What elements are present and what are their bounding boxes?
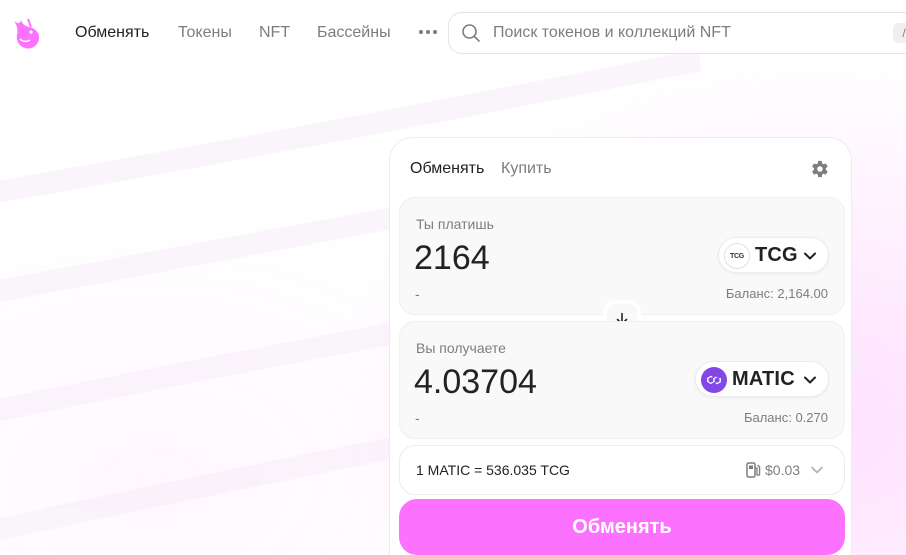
nav-link-pools[interactable]: Бассейны bbox=[317, 24, 391, 42]
pay-balance-value: 2,164.00 bbox=[777, 286, 828, 301]
tab-buy[interactable]: Купить bbox=[501, 160, 552, 178]
receive-usd-value: - bbox=[415, 410, 420, 426]
gear-icon[interactable] bbox=[808, 158, 830, 180]
polygon-logo-icon bbox=[707, 375, 721, 385]
nav-link-swap[interactable]: Обменять bbox=[75, 24, 149, 42]
chevron-down-icon bbox=[811, 466, 823, 474]
top-navbar: Обменять Токены NFT Бассейны / bbox=[0, 0, 906, 66]
exchange-rate-row[interactable]: 1 MATIC = 536.035 TCG $0.03 bbox=[399, 445, 845, 495]
pay-label: Ты платишь bbox=[416, 216, 494, 232]
tcg-token-logo: TCG bbox=[724, 243, 750, 269]
gas-pump-icon bbox=[746, 462, 761, 478]
receive-label: Вы получаете bbox=[416, 340, 506, 356]
pay-panel: Ты платишь TCG TCG - Баланс: 2,164.00 bbox=[399, 197, 845, 315]
pay-token-symbol: TCG bbox=[755, 244, 798, 266]
receive-balance-value: 0.270 bbox=[795, 410, 828, 425]
receive-panel: Вы получаете MATIC - Баланс: 0.270 bbox=[399, 321, 845, 439]
chevron-down-icon bbox=[804, 252, 816, 260]
gas-fee-value: $0.03 bbox=[765, 462, 801, 478]
search-hotkey-badge: / bbox=[893, 23, 906, 43]
swap-card: Обменять Купить Ты платишь TCG TCG - Бал… bbox=[389, 137, 852, 555]
unicorn-logo-icon[interactable] bbox=[8, 15, 42, 51]
receive-amount-input[interactable] bbox=[414, 360, 684, 404]
receive-balance-label: Баланс: bbox=[743, 410, 792, 425]
exchange-rate-text: 1 MATIC = 536.035 TCG bbox=[416, 462, 570, 478]
chevron-down-icon bbox=[804, 376, 816, 384]
pay-balance: Баланс: 2,164.00 bbox=[726, 286, 828, 301]
receive-token-selector[interactable]: MATIC bbox=[695, 361, 829, 397]
pay-amount-input[interactable] bbox=[414, 236, 684, 280]
tab-swap[interactable]: Обменять bbox=[410, 160, 484, 178]
search-icon bbox=[462, 24, 480, 42]
nav-link-nft[interactable]: NFT bbox=[259, 24, 290, 42]
receive-token-symbol: MATIC bbox=[732, 368, 795, 390]
more-dots-icon[interactable] bbox=[416, 22, 440, 42]
swap-submit-button[interactable]: Обменять bbox=[399, 499, 845, 555]
nav-link-tokens[interactable]: Токены bbox=[178, 24, 232, 42]
search-input[interactable] bbox=[493, 21, 873, 45]
search-bar[interactable]: / bbox=[448, 12, 906, 54]
pay-usd-value: - bbox=[415, 286, 420, 302]
receive-balance: Баланс: 0.270 bbox=[744, 410, 828, 425]
pay-token-selector[interactable]: TCG TCG bbox=[718, 237, 829, 273]
matic-token-logo bbox=[701, 367, 727, 393]
pay-balance-label: Баланс: bbox=[725, 286, 774, 301]
